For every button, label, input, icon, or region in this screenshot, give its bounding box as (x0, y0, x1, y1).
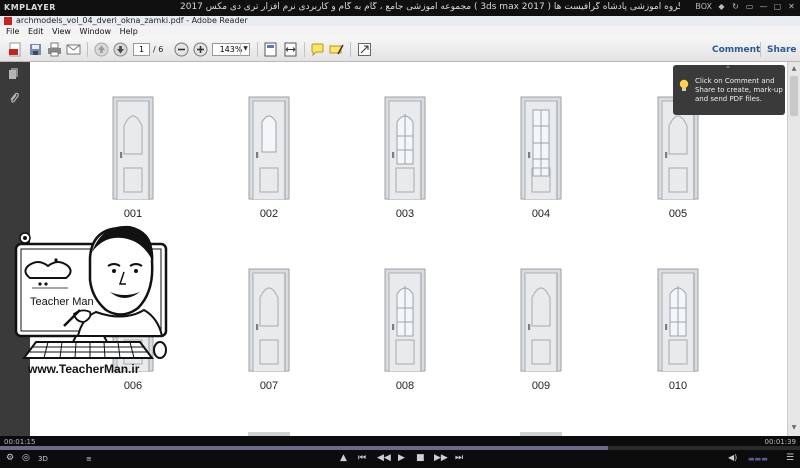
reader-window-title: archmodels_vol_04_dveri_okna_zamki.pdf -… (16, 16, 248, 25)
door-thumbnail-007 (248, 268, 290, 373)
zoom-out-icon[interactable] (174, 42, 189, 57)
tooltip-collapse-chevron-icon[interactable]: ⌃ (725, 65, 731, 74)
vertical-scrollbar[interactable]: ▲ ▼ (787, 62, 800, 436)
menu-icon[interactable]: ☰ (786, 453, 794, 463)
create-pdf-icon[interactable] (8, 42, 23, 57)
door-thumbnail-010 (657, 268, 699, 373)
toolbar-separator (87, 42, 88, 57)
reader-toolbar: 1 / 6 143% ▼ Comment Share (0, 37, 800, 62)
menu-view[interactable]: View (52, 27, 71, 36)
highlight-text-icon[interactable] (329, 42, 344, 57)
player-window-controls: BOX ◆ ↻ ▭ — ▢ ✕ (695, 2, 796, 11)
door-thumbnail-003 (384, 96, 426, 201)
print-icon[interactable] (47, 42, 62, 57)
email-icon[interactable] (66, 42, 81, 57)
rewind-icon[interactable]: ◀◀ (377, 453, 391, 463)
menu-window[interactable]: Window (80, 27, 112, 36)
toolbar-separator (350, 42, 351, 57)
page-total: / 6 (153, 45, 164, 54)
maximize-button[interactable]: ▢ (773, 2, 782, 11)
toolbar-separator (304, 42, 305, 57)
playlist-toggle-icon[interactable]: ≡ (86, 455, 92, 463)
menu-bar: File Edit View Window Help (0, 26, 800, 37)
menu-file[interactable]: File (6, 27, 19, 36)
comment-share-tooltip: ⌃ Click on Comment and Share to create, … (673, 65, 785, 115)
fit-width-icon[interactable] (283, 42, 298, 57)
next-track-icon[interactable]: ⏭ (455, 453, 463, 463)
player-control-bar: 00:01:15 00:01:39 ⚙ ◎ 3D ≡ ▲ ⏮ ◀◀ ▶ ■ ▶▶… (0, 436, 800, 468)
seek-bar-progress (0, 446, 608, 450)
skin-icon[interactable]: ◆ (717, 2, 726, 11)
box-menu-button[interactable]: BOX (695, 2, 712, 11)
settings-gear-icon[interactable]: ⚙ (6, 453, 14, 463)
save-icon[interactable] (28, 42, 43, 57)
close-button[interactable]: ✕ (787, 2, 796, 11)
scroll-thumb[interactable] (790, 76, 798, 116)
zoom-dropdown-chevron-icon[interactable]: ▼ (240, 43, 250, 56)
pdf-app-icon (4, 17, 12, 25)
door-thumbnail-001 (112, 96, 154, 201)
previous-page-icon[interactable] (94, 42, 109, 57)
stop-icon[interactable]: ■ (416, 453, 425, 463)
door-label: 007 (259, 380, 279, 392)
door-thumbnail-002 (248, 96, 290, 201)
eject-icon[interactable]: ▲ (340, 453, 347, 463)
scroll-down-arrow-icon[interactable]: ▼ (790, 424, 798, 432)
share-pane-button[interactable]: Share (767, 45, 797, 55)
door-thumbnail-008 (384, 268, 426, 373)
door-thumbnail-004 (520, 96, 562, 201)
seek-bar[interactable] (0, 446, 800, 450)
page-number-input[interactable]: 1 (133, 43, 150, 56)
door-thumbnail-009 (520, 268, 562, 373)
scroll-up-arrow-icon[interactable]: ▲ (790, 65, 798, 73)
teacherman-watermark: Teacher Man (12, 222, 174, 382)
3d-mode-button[interactable]: 3D (38, 455, 48, 463)
volume-icon[interactable]: ◀) (728, 453, 737, 462)
door-label: 003 (395, 208, 415, 220)
comment-pane-button[interactable]: Comment (712, 45, 760, 55)
door-label: 008 (395, 380, 415, 392)
door-label: 001 (123, 208, 143, 220)
tooltip-text: Click on Comment and Share to create, ma… (695, 77, 783, 103)
door-label: 005 (668, 208, 688, 220)
teacherman-subtitle: Teacher Man (30, 296, 94, 308)
capture-icon[interactable]: ◎ (22, 453, 30, 463)
menu-edit[interactable]: Edit (28, 27, 44, 36)
attachments-paperclip-icon[interactable] (8, 92, 20, 104)
next-page-icon[interactable] (113, 42, 128, 57)
door-label: 009 (531, 380, 551, 392)
full-screen-icon[interactable] (357, 42, 372, 57)
refresh-icon[interactable]: ↻ (731, 2, 740, 11)
toolbar-separator (760, 42, 761, 57)
door-label: 002 (259, 208, 279, 220)
player-title-bar: KMPLAYER مجموعه آموزشی جامع ، گام به گام… (0, 0, 800, 16)
menu-help[interactable]: Help (120, 27, 138, 36)
lightbulb-icon (679, 79, 689, 91)
toolbar-separator (257, 42, 258, 57)
play-icon[interactable]: ▶ (398, 453, 405, 463)
kmplayer-logo[interactable]: KMPLAYER (4, 3, 56, 12)
sticky-note-icon[interactable] (310, 42, 325, 57)
door-label: 004 (531, 208, 551, 220)
mini-mode-icon[interactable]: ▭ (745, 2, 754, 11)
fast-forward-icon[interactable]: ▶▶ (434, 453, 448, 463)
total-time: 00:01:39 (764, 438, 796, 446)
previous-track-icon[interactable]: ⏮ (358, 453, 366, 463)
volume-slider[interactable]: ▬▬▬ (748, 455, 768, 463)
door-label: 010 (668, 380, 688, 392)
fit-page-icon[interactable] (263, 42, 278, 57)
teacherman-url[interactable]: www.TeacherMan.ir (28, 362, 139, 376)
reader-title-bar: archmodels_vol_04_dveri_okna_zamki.pdf -… (0, 16, 800, 26)
player-video-title: مجموعه آموزشی جامع ، گام به گام و کاربرد… (180, 2, 680, 12)
current-time: 00:01:15 (4, 438, 36, 446)
zoom-in-icon[interactable] (193, 42, 208, 57)
page-thumbnails-icon[interactable] (8, 67, 20, 79)
minimize-button[interactable]: — (759, 2, 768, 11)
